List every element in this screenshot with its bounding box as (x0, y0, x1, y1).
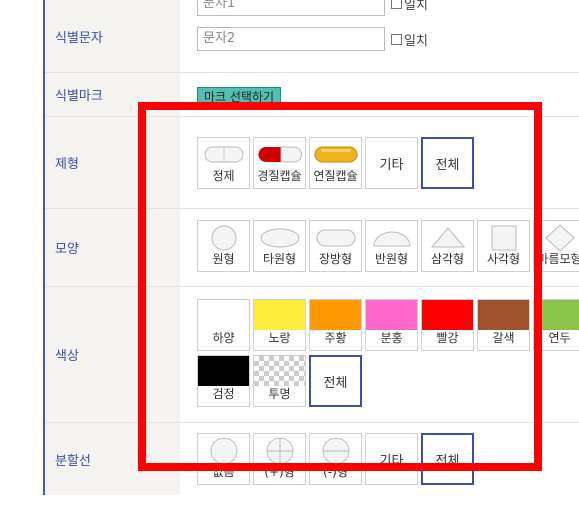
yellow-swatch (254, 300, 305, 330)
brown-swatch (478, 300, 529, 330)
checkbox-icon[interactable] (391, 34, 402, 45)
dosage-all-option[interactable]: 전체 (421, 137, 474, 189)
color-yellow-option[interactable]: 노랑 (253, 299, 306, 351)
color-black-option[interactable]: 검정 (197, 355, 250, 407)
color-red-option[interactable]: 빨강 (421, 299, 474, 351)
score-line-label: 분할선 (45, 423, 180, 495)
shape-diamond-option[interactable]: 마름모형 (533, 220, 579, 272)
score-none-option[interactable]: 없음 (197, 433, 250, 485)
shape-label: 모양 (45, 209, 180, 286)
identifier-field-2[interactable]: 문자2 (197, 27, 385, 51)
hard-capsule-icon (258, 146, 302, 163)
square-icon (491, 225, 516, 251)
dosage-soft-capsule-option[interactable]: 연질캡슐 (309, 137, 362, 189)
mark-label: 식별마크 (45, 73, 180, 116)
black-swatch (198, 356, 249, 386)
soft-capsule-icon (314, 146, 357, 163)
dosage-hard-capsule-option[interactable]: 경질캡슐 (253, 137, 306, 189)
shape-triangle-option[interactable]: 삼각형 (421, 220, 474, 272)
dosage-tablet-option[interactable]: 정제 (197, 137, 250, 189)
transparent-swatch (254, 356, 305, 386)
match-checkbox-2[interactable]: 일치 (391, 30, 428, 49)
color-transparent-option[interactable]: 투명 (253, 355, 306, 407)
no-line-icon (210, 437, 237, 465)
color-lightgreen-option[interactable]: 연두 (533, 299, 579, 351)
pill-search-form: 식별문자 문자1 일치 문자2 일치 식별마크 마크 선택하기 제형 정제 경질… (43, 0, 579, 495)
score-line-row: 분할선 없음 (+)형 (-)형 기타 전체 (45, 422, 579, 495)
shape-square-option[interactable]: 사각형 (477, 220, 530, 272)
score-all-option[interactable]: 전체 (421, 433, 474, 485)
plus-line-icon (266, 437, 293, 465)
checkbox-icon[interactable] (391, 0, 402, 9)
white-swatch (198, 300, 249, 330)
identifier-row: 식별문자 문자1 일치 문자2 일치 (45, 0, 579, 72)
color-label: 색상 (45, 287, 180, 422)
color-all-option[interactable]: 전체 (309, 355, 362, 407)
triangle-icon (430, 227, 465, 248)
shape-oblong-option[interactable]: 장방형 (309, 220, 362, 272)
orange-swatch (310, 300, 361, 330)
lightgreen-swatch (534, 300, 579, 330)
identifier-field-1[interactable]: 문자1 (197, 0, 385, 16)
dosage-form-label: 제형 (45, 117, 180, 208)
mark-row: 식별마크 마크 선택하기 (45, 72, 579, 116)
circle-icon (211, 225, 236, 251)
shape-oval-option[interactable]: 타원형 (253, 220, 306, 272)
color-orange-option[interactable]: 주황 (309, 299, 362, 351)
pink-swatch (366, 300, 417, 330)
shape-row: 모양 원형 타원형 장방형 반원형 삼각형 사각형 마름모형 (45, 208, 579, 286)
minus-line-icon (322, 437, 349, 465)
red-swatch (422, 300, 473, 330)
diamond-icon (544, 224, 575, 252)
dosage-form-row: 제형 정제 경질캡슐 연질캡슐 기타 전체 (45, 116, 579, 208)
color-brown-option[interactable]: 갈색 (477, 299, 530, 351)
tablet-icon (204, 146, 243, 163)
oblong-icon (316, 229, 355, 247)
shape-semicircle-option[interactable]: 반원형 (365, 220, 418, 272)
identifier-label: 식별문자 (45, 0, 180, 72)
shape-circle-option[interactable]: 원형 (197, 220, 250, 272)
score-minus-option[interactable]: (-)형 (309, 433, 362, 485)
select-mark-button[interactable]: 마크 선택하기 (197, 87, 282, 107)
semicircle-icon (372, 231, 411, 247)
color-white-option[interactable]: 하양 (197, 299, 250, 351)
color-pink-option[interactable]: 분홍 (365, 299, 418, 351)
dosage-etc-option[interactable]: 기타 (365, 137, 418, 189)
score-etc-option[interactable]: 기타 (365, 433, 418, 485)
oval-icon (260, 228, 299, 248)
match-checkbox-1[interactable]: 일치 (391, 0, 428, 13)
color-row: 색상 하양 노랑 주황 분홍 빨강 갈색 연두 검정 투명 전체 (45, 286, 579, 422)
score-plus-option[interactable]: (+)형 (253, 433, 306, 485)
